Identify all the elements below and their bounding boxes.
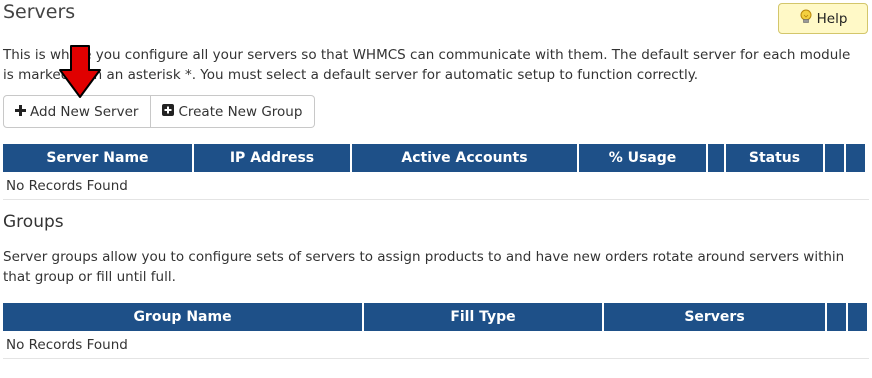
page-title: Servers bbox=[3, 1, 76, 23]
help-label: Help bbox=[816, 10, 848, 27]
plus-square-icon bbox=[162, 103, 178, 120]
column-blank-2 bbox=[825, 144, 844, 172]
help-button[interactable]: Help bbox=[778, 3, 868, 34]
column-status[interactable]: Status bbox=[726, 144, 823, 172]
servers-table: Server Name IP Address Active Accounts %… bbox=[3, 144, 869, 200]
column-servers[interactable]: Servers bbox=[604, 303, 825, 331]
create-new-group-button[interactable]: Create New Group bbox=[151, 95, 316, 128]
down-arrow-annotation bbox=[59, 45, 101, 98]
groups-table-header: Group Name Fill Type Servers bbox=[3, 303, 869, 331]
column-ip-address[interactable]: IP Address bbox=[194, 144, 350, 172]
servers-description: This is where you configure all your ser… bbox=[3, 47, 851, 83]
column-usage[interactable]: % Usage bbox=[579, 144, 706, 172]
column-server-name[interactable]: Server Name bbox=[3, 144, 192, 172]
column-blank-5 bbox=[848, 303, 867, 331]
groups-title: Groups bbox=[3, 212, 64, 232]
groups-description: Server groups allow you to configure set… bbox=[3, 249, 845, 285]
column-blank-4 bbox=[827, 303, 846, 331]
column-group-name[interactable]: Group Name bbox=[3, 303, 362, 331]
column-active-accounts[interactable]: Active Accounts bbox=[352, 144, 577, 172]
lightbulb-icon bbox=[799, 9, 813, 28]
server-actions: Add New Server Create New Group bbox=[3, 95, 316, 128]
plus-icon bbox=[15, 104, 30, 120]
column-fill-type[interactable]: Fill Type bbox=[364, 303, 602, 331]
add-new-server-label: Add New Server bbox=[30, 103, 139, 120]
groups-empty-row: No Records Found bbox=[3, 331, 869, 359]
servers-empty-row: No Records Found bbox=[3, 172, 869, 200]
servers-table-header: Server Name IP Address Active Accounts %… bbox=[3, 144, 869, 172]
create-new-group-label: Create New Group bbox=[178, 103, 303, 120]
column-blank-1 bbox=[708, 144, 724, 172]
column-blank-3 bbox=[846, 144, 865, 172]
groups-table: Group Name Fill Type Servers No Records … bbox=[3, 303, 869, 359]
add-new-server-button[interactable]: Add New Server bbox=[3, 95, 152, 128]
